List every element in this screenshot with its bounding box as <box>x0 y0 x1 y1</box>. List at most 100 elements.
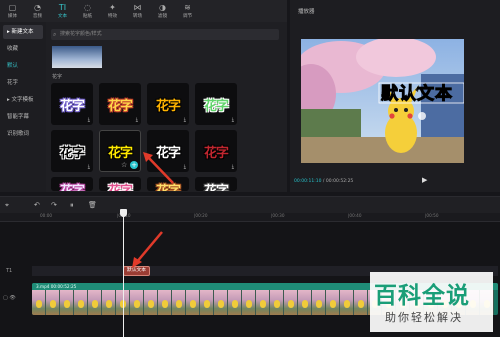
tab-label: 调节 <box>182 14 193 19</box>
sidebar-item-3[interactable]: 花字 <box>3 76 43 90</box>
video-frame-thumb <box>256 290 270 315</box>
undo-icon[interactable]: ↶ <box>34 201 40 209</box>
style-card[interactable]: 花字 ⤓ <box>195 130 237 172</box>
style-card[interactable]: 花字 ⤓ <box>51 130 93 172</box>
tab-icon: ◌ <box>84 3 91 12</box>
timeline-ruler[interactable]: 00:00|00:10|00:20|00:30|00:40|00:50 <box>0 213 500 222</box>
annotation-arrow-card <box>143 152 174 184</box>
style-card[interactable]: 花字 ⤓ <box>99 83 141 125</box>
sidebar-item-2[interactable]: 默认 <box>3 59 43 73</box>
tab-label: 媒体 <box>7 14 18 19</box>
video-frame-thumb <box>228 290 242 315</box>
ruler-tick-label: |00:20 <box>194 213 208 218</box>
tab-4[interactable]: ✦ 特效 <box>100 0 125 22</box>
play-button[interactable]: ▶ <box>422 176 427 184</box>
split-icon[interactable]: ⏸ <box>70 201 74 210</box>
tab-0[interactable]: ▢ 媒体 <box>0 0 25 22</box>
style-preview-text: 花字 <box>59 98 85 114</box>
tab-label: 文本 <box>57 14 68 19</box>
download-icon[interactable]: ⤓ <box>88 117 90 123</box>
style-card[interactable]: 花字 <box>51 177 93 191</box>
video-frame-thumb <box>46 290 60 315</box>
download-icon[interactable]: ⤓ <box>232 164 234 170</box>
download-icon[interactable]: ⤓ <box>232 117 234 123</box>
tab-label: 贴纸 <box>82 14 93 19</box>
video-frame-thumb <box>270 290 284 315</box>
tab-icon: ◑ <box>159 3 166 12</box>
video-frame-thumb <box>200 290 214 315</box>
tab-label: 特效 <box>107 14 118 19</box>
style-card[interactable]: 花字 ⤓ <box>51 83 93 125</box>
sidebar-item-0[interactable]: ▸ 新建文本 <box>3 25 43 39</box>
style-preview-text: 花字 <box>203 183 229 192</box>
style-card[interactable]: 花字 ⤓ <box>195 83 237 125</box>
tab-icon: ✦ <box>109 3 116 12</box>
search-placeholder: 搜索花字颜色/样式 <box>60 31 102 37</box>
tab-6[interactable]: ◑ 滤镜 <box>150 0 175 22</box>
text-track-label: T1 <box>6 268 13 274</box>
tab-7[interactable]: ≋ 调节 <box>175 0 200 22</box>
tab-label: 滤镜 <box>157 14 168 19</box>
style-preview-text: 花字 <box>203 145 229 161</box>
add-to-track-icon[interactable]: + <box>130 161 138 169</box>
video-frame-thumb <box>298 290 312 315</box>
video-frame-thumb <box>354 290 368 315</box>
style-preview-text: 花字 <box>59 183 85 192</box>
tab-2[interactable]: TI 文本 <box>50 0 75 22</box>
select-cursor-icon[interactable]: ⌖ <box>5 201 9 210</box>
video-frame-thumb <box>144 290 158 315</box>
redo-icon[interactable]: ↷ <box>51 201 57 209</box>
sidebar-item-5[interactable]: 智能字幕 <box>3 110 43 124</box>
tab-5[interactable]: ⋈ 转场 <box>125 0 150 22</box>
tab-label: 转场 <box>132 14 143 19</box>
video-frame-thumb <box>340 290 354 315</box>
style-card[interactable]: 花字 <box>99 177 141 191</box>
video-frame-thumb <box>326 290 340 315</box>
style-card[interactable]: 花字 ☆ + <box>99 130 141 172</box>
watermark-subtitle: 助你轻松解决 <box>385 311 463 324</box>
video-frame-thumb <box>186 290 200 315</box>
style-card[interactable]: 花字 <box>195 177 237 191</box>
current-time: 00:00:11:10 <box>294 179 322 184</box>
total-time: 00:00:52:25 <box>325 179 354 184</box>
video-clip-name: 3.mp4 <box>36 284 50 289</box>
download-icon[interactable]: ⤓ <box>184 117 186 123</box>
video-frame-thumb <box>130 290 144 315</box>
delete-icon[interactable]: 🗑 <box>88 201 97 209</box>
favorite-icon[interactable]: ☆ <box>121 161 127 169</box>
tab-1[interactable]: ◔ 音频 <box>25 0 50 22</box>
video-frame-thumb <box>32 290 46 315</box>
video-clip-duration: 00:00:52:25 <box>50 284 77 289</box>
video-frame-thumb <box>88 290 102 315</box>
overlay-text[interactable]: 默认文本 <box>381 79 453 105</box>
video-frame-thumb <box>102 290 116 315</box>
sidebar-item-1[interactable]: 收藏 <box>3 42 43 56</box>
watermark-title: 百科全说 <box>374 283 470 309</box>
sidebar-item-6[interactable]: 识别歌词 <box>3 127 43 141</box>
style-preview-text: 花字 <box>59 145 85 161</box>
playhead-handle[interactable] <box>120 209 127 217</box>
recent-style-thumbnail[interactable] <box>52 46 102 68</box>
video-preview[interactable]: 默认文本 <box>301 39 464 163</box>
ruler-tick-label: |00:50 <box>425 213 439 218</box>
tab-icon: ▢ <box>8 3 17 12</box>
tab-label: 音频 <box>32 14 43 19</box>
download-icon[interactable]: ⤓ <box>184 164 186 170</box>
timeline-toolbar: ⌖ ↶ ↷ ⏸ 🗑 <box>0 196 500 213</box>
playhead-line[interactable] <box>123 210 124 337</box>
player-timecode: 00:00:11:10 / 00:00:52:25 <box>294 179 354 184</box>
sidebar-item-4[interactable]: ▸ 文字模板 <box>3 93 43 107</box>
tab-icon: ≋ <box>184 3 191 12</box>
style-preview-text: 花字 <box>107 98 133 114</box>
style-card[interactable]: 花字 ⤓ <box>147 83 189 125</box>
tab-3[interactable]: ◌ 贴纸 <box>75 0 100 22</box>
ruler-tick-label: 00:00 <box>40 213 53 218</box>
tab-icon: TI <box>58 3 67 12</box>
search-input[interactable]: ⌕ 搜索花字颜色/样式 <box>51 29 279 40</box>
download-icon[interactable]: ⤓ <box>136 117 138 123</box>
style-preview-text: 花字 <box>155 98 181 114</box>
download-icon[interactable]: ⤓ <box>88 164 90 170</box>
video-frame-thumb <box>158 290 172 315</box>
annotation-arrow-clip <box>132 231 163 268</box>
video-frame-thumb <box>74 290 88 315</box>
